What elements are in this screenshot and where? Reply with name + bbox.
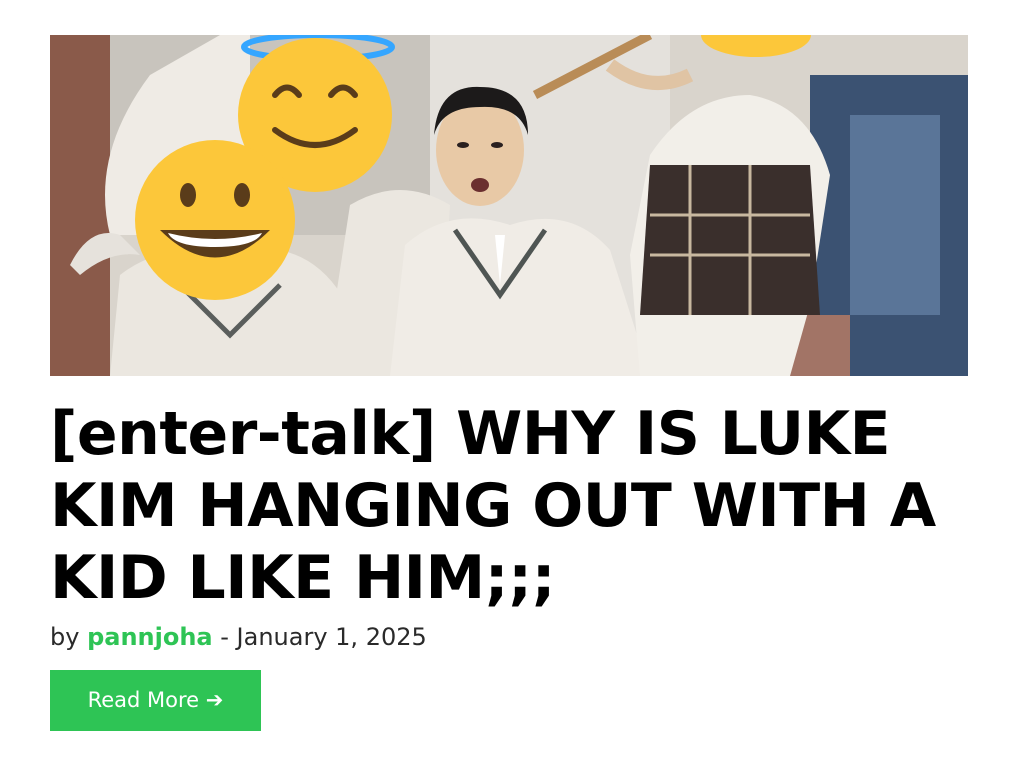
read-more-label: Read More <box>87 688 200 712</box>
byline-prefix: by <box>50 623 88 651</box>
post-meta: by pannjoha - January 1, 2025 <box>50 622 968 652</box>
post-title[interactable]: [enter-talk] WHY IS LUKE KIM HANGING OUT… <box>50 398 950 614</box>
meta-separator: - <box>212 623 237 651</box>
read-more-button[interactable]: Read More ➔ <box>50 670 261 731</box>
grinning-emoji <box>135 140 295 300</box>
arrow-right-icon: ➔ <box>205 688 224 712</box>
author-link[interactable]: pannjoha <box>87 623 213 651</box>
post-featured-image[interactable] <box>50 35 968 376</box>
post-date: January 1, 2025 <box>236 623 427 651</box>
photo-illustration <box>50 35 968 376</box>
post-card: [enter-talk] WHY IS LUKE KIM HANGING OUT… <box>50 35 968 731</box>
